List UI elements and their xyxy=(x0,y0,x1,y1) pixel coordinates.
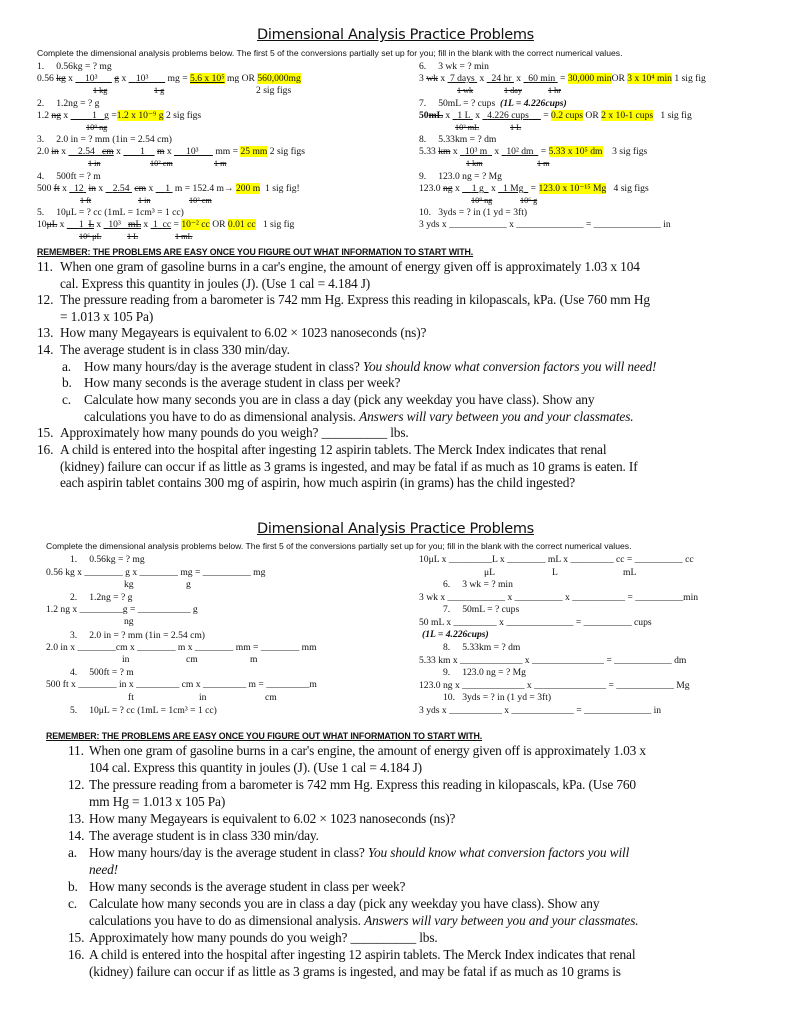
worksheet-title-bottom: Dimensional Analysis Practice Problems xyxy=(257,521,534,537)
problem-4-den-2: 1 in xyxy=(138,196,151,205)
problem-2-den-1: 10⁹ ng xyxy=(86,123,108,132)
worksheet-title-top: Dimensional Analysis Practice Problems xyxy=(257,27,534,43)
problem-8-den-2: 1 m xyxy=(537,159,550,168)
worksheet-page: Dimensional Analysis Practice Problems C… xyxy=(0,0,791,1024)
blank-problem-8-line[interactable]: 5.33 km x _____________ x ______________… xyxy=(419,655,686,666)
problem-5-den-2: 1 L xyxy=(127,232,139,241)
blank-problem-6-heading: 6. 3 wk = ? min xyxy=(443,579,513,590)
problem-7-setup: 50mL x 1 L x 4.226 cups = 0.2 cups OR 2 … xyxy=(419,110,692,121)
problem-7-heading: 7. 50mL = ? cups (1L = 4.226cups) xyxy=(419,98,567,109)
problem-1-den-1: 1 kg xyxy=(93,86,108,95)
problem-10-heading: 10. 3yds = ? in (1 yd = 3ft) xyxy=(419,207,528,218)
problem-8-den-1: 1 km xyxy=(466,159,483,168)
problem-2-heading: 2. 1.2ng = ? g xyxy=(37,98,100,109)
problem-6-den-1: 1 wk xyxy=(457,86,474,95)
problem-1-setup: 0.56 kg x 10³ g x 10³ mg = 5.6 x 10⁵ mg … xyxy=(37,73,301,84)
blank-problem-5-heading: 5. 10μL = ? cc (1mL = 1cm³ = 1 cc) xyxy=(70,705,217,716)
blank-problem-9-heading: 9. 123.0 ng = ? Mg xyxy=(443,667,526,678)
instructions-top: Complete the dimensional analysis proble… xyxy=(37,48,623,58)
problem-1-answer: 5.6 x 10⁵ xyxy=(190,73,225,84)
problem-1-answer-alt: 560,000mg xyxy=(257,73,301,84)
problem-8-heading: 8. 5.33km = ? dm xyxy=(419,134,497,145)
problem-4-heading: 4. 500ft = ? m xyxy=(37,171,101,182)
blank-problem-5-unit-3: mL xyxy=(623,567,637,578)
blank-problem-2-line[interactable]: 1.2 ng x _________g = ___________ g xyxy=(46,604,198,615)
blank-problem-5-unit-1: μL xyxy=(484,567,496,578)
blank-problem-1-unit-2: g xyxy=(186,579,191,590)
blank-problem-1-heading: 1. 0.56kg = ? mg xyxy=(70,554,145,565)
problem-2-answer: 1.2 x 10⁻⁹ g xyxy=(116,110,164,121)
problem-9-answer: 123.0 x 10⁻¹⁵ Mg xyxy=(538,183,607,194)
problem-4-setup: 500 ft x 12 in x 2.54 cm x 1 m = 152.4 m… xyxy=(37,183,300,194)
problem-6-setup: 3 wk x 7 days x 24 hr x 60 min = 30,000 … xyxy=(419,73,706,84)
problem-5-den-3: 1 mL xyxy=(175,232,193,241)
blank-problem-10-line[interactable]: 3 yds x ___________ x _____________ = __… xyxy=(419,705,661,716)
problem-9-heading: 9. 123.0 ng = ? Mg xyxy=(419,171,502,182)
blank-problem-5-unit-2: L xyxy=(552,567,558,578)
problem-3-den-1: 1 in xyxy=(88,159,101,168)
blank-problem-3-unit-2: cm xyxy=(186,654,198,665)
problem-7-den-1: 10³ mL xyxy=(455,123,480,132)
problem-10-setup: 3 yds x ____________ x ______________ = … xyxy=(419,219,671,230)
blank-problem-3-unit-1: in xyxy=(122,654,130,665)
blank-problem-9-line[interactable]: 123.0 ng x _____________ x _____________… xyxy=(419,680,690,691)
blank-problem-7-note: (1L = 4.226cups) xyxy=(422,629,489,640)
problem-6-answer-alt: 3 x 10⁴ min xyxy=(627,73,672,84)
blank-problem-1-line[interactable]: 0.56 kg x ________ g x ________ mg = ___… xyxy=(46,567,265,578)
problem-5-heading: 5. 10μL = ? cc (1mL = 1cm³ = 1 cc) xyxy=(37,207,184,218)
problem-4-answer: 200 m xyxy=(235,183,261,194)
problem-1-heading: 1. 0.56kg = ? mg xyxy=(37,61,112,72)
problem-3-den-3: 1 m xyxy=(214,159,227,168)
problem-4-den-3: 10² cm xyxy=(189,196,212,205)
problem-9-den-2: 10⁶ g xyxy=(520,196,538,205)
problem-9-setup: 123.0 ng x 1 g x 1 Mg = 123.0 x 10⁻¹⁵ Mg… xyxy=(419,183,649,194)
blank-problem-4-unit-3: cm xyxy=(265,692,277,703)
blank-problem-4-unit-2: in xyxy=(199,692,207,703)
problem-5-setup: 10μL x 1 L x 10³ mL x 1 cc = 10⁻² cc OR … xyxy=(37,219,295,230)
blank-problem-4-unit-1: ft xyxy=(128,692,134,703)
problem-7-answer-alt: 2 x 10-1 cups xyxy=(601,110,654,121)
problem-3-heading: 3. 2.0 in = ? mm (1in = 2.54 cm) xyxy=(37,134,172,145)
problem-6-den-2: 1 day xyxy=(504,86,522,95)
problem-1-den-2: 1 g xyxy=(154,86,165,95)
problem-2-setup: 1.2 ng x 1 g =1.2 x 10⁻⁹ g 2 sig figs xyxy=(37,110,202,121)
problem-5-den-1: 10⁶ μL xyxy=(79,232,102,241)
problem-3-den-2: 10² cm xyxy=(150,159,173,168)
problem-3-setup: 2.0 in x 2.54 cm x 1 m x 10³ mm = 25 mm … xyxy=(37,146,305,157)
problem-8-setup: 5.33 km x 10³ m x 10² dm = 5.33 x 10⁵ dm… xyxy=(419,146,648,157)
blank-problem-2-unit-1: ng xyxy=(124,616,134,627)
problem-5-answer-alt: 0.01 cc xyxy=(227,219,256,230)
blank-problem-2-heading: 2. 1.2ng = ? g xyxy=(70,592,133,603)
problem-5-answer: 10⁻² cc xyxy=(181,219,210,230)
blank-problem-3-line[interactable]: 2.0 in x ________cm x ________ m x _____… xyxy=(46,642,317,653)
blank-problem-4-heading: 4. 500ft = ? m xyxy=(70,667,134,678)
blank-problem-5-line[interactable]: 10μL x _________L x ________ mL x ______… xyxy=(419,554,694,565)
remember-note-bottom: REMEMBER: THE PROBLEMS ARE EASY ONCE YOU… xyxy=(46,731,483,741)
blank-problem-6-line[interactable]: 3 wk x ____________ x __________ x _____… xyxy=(419,592,698,603)
blank-problem-10-heading: 10. 3yds = ? in (1 yd = 3ft) xyxy=(443,692,552,703)
problem-7-den-2: 1 L xyxy=(510,123,522,132)
problem-6-answer: 30,000 min xyxy=(567,73,612,84)
problem-6-heading: 6. 3 wk = ? min xyxy=(419,61,489,72)
remember-note-top: REMEMBER: THE PROBLEMS ARE EASY ONCE YOU… xyxy=(37,247,474,257)
blank-problem-1-unit-1: kg xyxy=(124,579,134,590)
blank-problem-8-heading: 8. 5.33km = ? dm xyxy=(443,642,521,653)
problem-8-answer: 5.33 x 10⁵ dm xyxy=(548,146,603,157)
blank-problem-3-unit-3: m xyxy=(250,654,258,665)
blank-problem-4-line[interactable]: 500 ft x ________ in x _________ cm x __… xyxy=(46,679,317,690)
problem-9-den-1: 10⁹ ng xyxy=(471,196,493,205)
problem-7-answer: 0.2 cups xyxy=(551,110,584,121)
problem-6-den-3: 1 hr xyxy=(548,86,561,95)
problem-4-den-1: 1 ft xyxy=(80,196,92,205)
instructions-bottom: Complete the dimensional analysis proble… xyxy=(46,541,632,551)
blank-problem-3-heading: 3. 2.0 in = ? mm (1in = 2.54 cm) xyxy=(70,630,205,641)
blank-problem-7-line[interactable]: 50 mL x _________ x ______________ = ___… xyxy=(419,617,652,628)
problem-3-answer: 25 mm xyxy=(240,146,268,157)
problem-1-sigfigs: 2 sig figs xyxy=(256,85,292,96)
blank-problem-7-heading: 7. 50mL = ? cups xyxy=(443,604,520,615)
